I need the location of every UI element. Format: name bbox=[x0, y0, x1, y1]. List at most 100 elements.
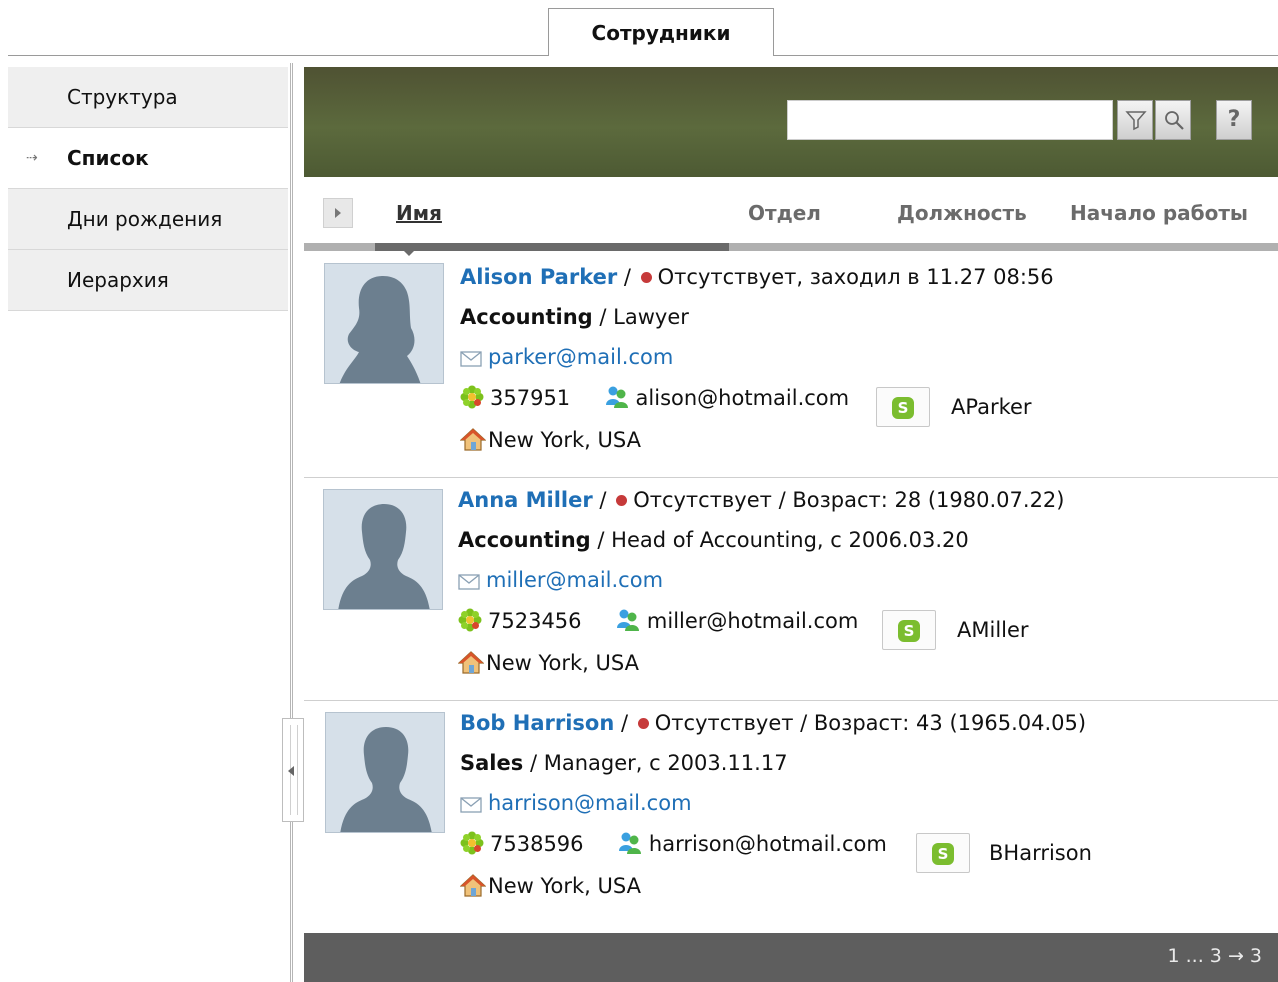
splitter[interactable] bbox=[290, 63, 293, 982]
employee-status: Отсутствует / Возраст: 28 (1980.07.22) bbox=[633, 488, 1065, 512]
column-start-date[interactable]: Начало работы bbox=[1070, 201, 1248, 225]
page-range[interactable]: 1 ... 3 bbox=[1168, 945, 1222, 967]
employee-email-row: parker@mail.com bbox=[460, 345, 673, 369]
employee-email-row: harrison@mail.com bbox=[460, 791, 692, 815]
mail-icon bbox=[460, 351, 482, 367]
female-avatar-icon bbox=[339, 276, 421, 383]
employee-job: Accounting / Head of Accounting, с 2006.… bbox=[458, 528, 969, 552]
employee-location: New York, USA bbox=[488, 874, 641, 898]
employee-contacts: 357951 alison@hotmail.com bbox=[460, 385, 849, 410]
employee-email-link[interactable]: harrison@mail.com bbox=[488, 791, 692, 815]
sidebar-item-label: Список bbox=[67, 146, 149, 170]
help-button[interactable]: ? bbox=[1216, 100, 1252, 140]
sidebar-item-birthdays[interactable]: Дни рождения bbox=[8, 189, 288, 250]
employee-messenger: harrison@hotmail.com bbox=[648, 832, 887, 856]
employee-location: New York, USA bbox=[488, 428, 641, 452]
employee-skype: BHarrison bbox=[989, 841, 1092, 865]
employee-location-row: New York, USA bbox=[458, 650, 639, 675]
employee-department: Sales bbox=[460, 751, 524, 775]
status-away-icon bbox=[616, 495, 628, 506]
separator: / bbox=[529, 751, 538, 775]
messenger-icon bbox=[618, 832, 641, 854]
collapse-sidebar-handle[interactable] bbox=[282, 718, 304, 822]
sidebar-nav: Структура ⇢ Список Дни рождения Иерархия bbox=[8, 67, 288, 982]
home-icon bbox=[460, 428, 486, 451]
mail-icon bbox=[460, 797, 482, 813]
sort-down-icon bbox=[404, 251, 414, 256]
filter-icon bbox=[1125, 111, 1147, 131]
active-arrow-icon: ⇢ bbox=[26, 150, 38, 166]
avatar bbox=[323, 489, 443, 610]
search-button[interactable] bbox=[1155, 100, 1191, 140]
column-name[interactable]: Имя bbox=[396, 201, 442, 225]
avatar bbox=[325, 712, 445, 833]
messenger-icon bbox=[616, 609, 639, 631]
column-position[interactable]: Должность bbox=[897, 201, 1027, 225]
employee-name-link[interactable]: Bob Harrison bbox=[460, 711, 614, 735]
employee-header: Bob Harrison / Отсутствует / Возраст: 43… bbox=[460, 711, 1086, 735]
mail-icon bbox=[458, 574, 480, 590]
separator: / bbox=[599, 305, 607, 329]
employee-status: Отсутствует, заходил в 11.27 08:56 bbox=[657, 265, 1054, 289]
employee-icq: 7523456 bbox=[488, 609, 582, 633]
skype-icon: S bbox=[898, 620, 920, 642]
next-page-icon[interactable]: → bbox=[1228, 945, 1244, 967]
skype-call-button[interactable]: S bbox=[916, 833, 970, 873]
male-avatar-icon bbox=[338, 504, 430, 609]
employee-card: Anna Miller / Отсутствует / Возраст: 28 … bbox=[304, 479, 1278, 701]
avatar bbox=[324, 263, 444, 384]
separator: / bbox=[623, 265, 631, 289]
collapse-left-icon bbox=[288, 766, 294, 776]
icq-flower-icon bbox=[460, 831, 484, 855]
skype-call-button[interactable]: S bbox=[876, 387, 930, 427]
employee-name-link[interactable]: Anna Miller bbox=[458, 488, 593, 512]
employee-name-link[interactable]: Alison Parker bbox=[460, 265, 617, 289]
sidebar-item-label: Дни рождения bbox=[67, 207, 223, 231]
employee-list-panel: ? Имя Отдел Должность Начало работы Alis… bbox=[304, 67, 1278, 982]
column-header: Имя Отдел Должность Начало работы bbox=[304, 193, 1278, 243]
employee-skype: AMiller bbox=[957, 618, 1029, 642]
expand-all-button[interactable] bbox=[323, 198, 353, 228]
employee-messenger: miller@hotmail.com bbox=[646, 609, 859, 633]
employee-job: Sales / Manager, с 2003.11.17 bbox=[460, 751, 788, 775]
tab-bar: Сотрудники bbox=[0, 0, 1278, 56]
sidebar-item-label: Иерархия bbox=[67, 268, 169, 292]
skype-icon: S bbox=[932, 843, 954, 865]
last-page-link[interactable]: 3 bbox=[1250, 945, 1262, 967]
sidebar-item-hierarchy[interactable]: Иерархия bbox=[8, 250, 288, 311]
employee-email-link[interactable]: miller@mail.com bbox=[486, 568, 663, 592]
pagination-footer: 1 ... 3 → 3 bbox=[304, 933, 1278, 982]
sort-indicator-bar bbox=[304, 243, 1278, 256]
skype-call-button[interactable]: S bbox=[882, 610, 936, 650]
sidebar-item-list[interactable]: ⇢ Список bbox=[8, 128, 288, 189]
employee-job: Accounting / Lawyer bbox=[460, 305, 689, 329]
employee-skype: AParker bbox=[951, 395, 1032, 419]
pager: 1 ... 3 → 3 bbox=[1168, 945, 1262, 967]
employee-icq: 357951 bbox=[490, 386, 571, 410]
icq-flower-icon bbox=[458, 608, 482, 632]
employee-department: Accounting bbox=[458, 528, 591, 552]
sidebar-item-label: Структура bbox=[67, 85, 178, 109]
sidebar-item-structure[interactable]: Структура bbox=[8, 67, 288, 128]
toolbar: ? bbox=[304, 67, 1278, 177]
search-input[interactable] bbox=[787, 100, 1113, 140]
skype-icon: S bbox=[892, 397, 914, 419]
column-department[interactable]: Отдел bbox=[748, 201, 821, 225]
tab-employees[interactable]: Сотрудники bbox=[548, 8, 774, 56]
employee-location: New York, USA bbox=[486, 651, 639, 675]
home-icon bbox=[458, 651, 484, 674]
messenger-icon bbox=[605, 386, 628, 408]
employee-card: Alison Parker / Отсутствует, заходил в 1… bbox=[304, 257, 1278, 478]
male-avatar-icon bbox=[340, 727, 432, 832]
separator: / bbox=[599, 488, 607, 512]
employee-email-link[interactable]: parker@mail.com bbox=[488, 345, 673, 369]
employee-header: Anna Miller / Отсутствует / Возраст: 28 … bbox=[458, 488, 1065, 512]
employee-icq: 7538596 bbox=[490, 832, 584, 856]
separator: / bbox=[621, 711, 629, 735]
employee-contacts: 7523456 miller@hotmail.com bbox=[458, 608, 858, 633]
icq-flower-icon bbox=[460, 385, 484, 409]
sort-active-segment bbox=[375, 243, 729, 251]
employee-contacts: 7538596 harrison@hotmail.com bbox=[460, 831, 887, 856]
home-icon bbox=[460, 874, 486, 897]
filter-button[interactable] bbox=[1117, 100, 1153, 140]
